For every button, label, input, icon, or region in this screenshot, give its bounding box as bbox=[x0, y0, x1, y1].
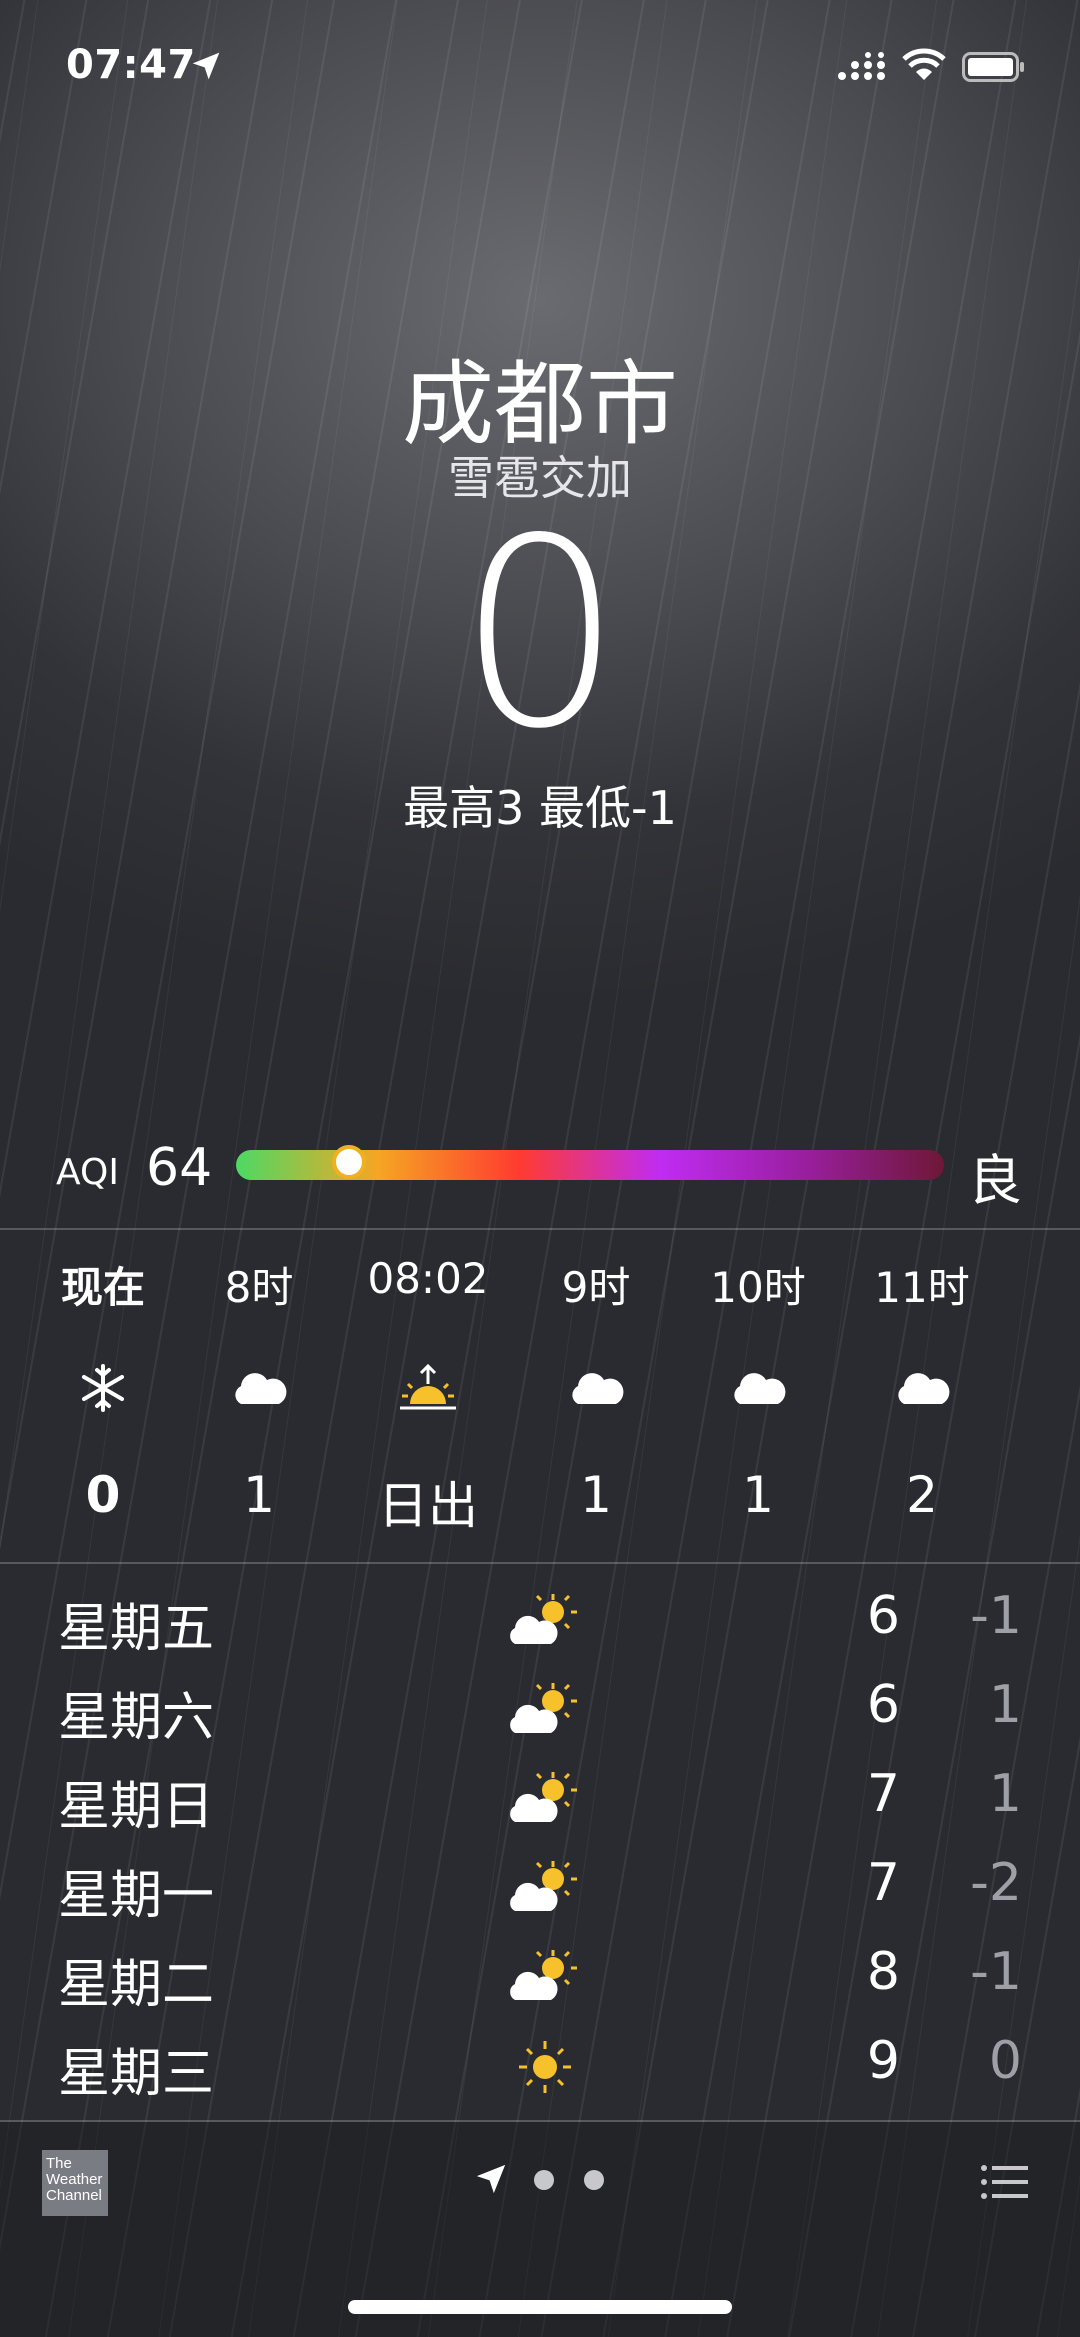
location-arrow-icon bbox=[192, 52, 220, 80]
day-high: 8 bbox=[866, 1942, 900, 2002]
day-high: 7 bbox=[866, 1764, 900, 1824]
day-low: 1 bbox=[988, 1764, 1022, 1824]
cloud-icon bbox=[832, 1358, 1012, 1418]
partly-cloudy-icon bbox=[510, 1594, 577, 1644]
day-name: 星期六 bbox=[58, 1688, 215, 1748]
cloud-icon bbox=[506, 1358, 686, 1418]
sunrise-icon bbox=[338, 1358, 518, 1418]
daily-row: 星期六 6 1 bbox=[0, 1675, 1080, 1755]
aqi-level: 良 bbox=[968, 1149, 1022, 1212]
aqi-indicator bbox=[332, 1145, 366, 1179]
sun-icon bbox=[519, 2041, 571, 2093]
divider bbox=[0, 1562, 1080, 1564]
hour-label: 11时 bbox=[874, 1263, 970, 1312]
home-indicator[interactable] bbox=[348, 2300, 732, 2314]
city-list-icon[interactable] bbox=[980, 2162, 1030, 2202]
day-high: 6 bbox=[866, 1675, 900, 1735]
day-low: 1 bbox=[988, 1675, 1022, 1735]
daily-row: 星期五 6 -1 bbox=[0, 1586, 1080, 1666]
partly-cloudy-icon bbox=[510, 1772, 577, 1822]
hour-value: 1 bbox=[580, 1466, 612, 1524]
hour-label: 8时 bbox=[224, 1263, 294, 1312]
hour-value: 日出 bbox=[378, 1477, 478, 1535]
day-name: 星期五 bbox=[58, 1599, 215, 1659]
day-name: 星期日 bbox=[58, 1777, 215, 1837]
snowflake-icon bbox=[13, 1358, 193, 1418]
hour-value: 1 bbox=[243, 1466, 275, 1524]
weather-channel-logo[interactable]: The Weather Channel bbox=[42, 2150, 108, 2216]
divider bbox=[0, 1228, 1080, 1230]
battery-icon bbox=[962, 52, 1024, 82]
day-high: 9 bbox=[866, 2031, 900, 2091]
day-name: 星期二 bbox=[58, 1955, 215, 2015]
aqi-value: 64 bbox=[146, 1138, 213, 1198]
wifi-icon bbox=[902, 48, 946, 80]
day-high: 7 bbox=[866, 1853, 900, 1913]
daily-row: 星期日 7 1 bbox=[0, 1764, 1080, 1844]
hour-value: 0 bbox=[85, 1466, 121, 1524]
current-location-page-icon[interactable] bbox=[474, 2162, 508, 2196]
page-dot[interactable] bbox=[584, 2170, 604, 2190]
aqi-label: AQI bbox=[56, 1152, 119, 1193]
hour-label: 现在 bbox=[60, 1263, 145, 1312]
partly-cloudy-icon bbox=[510, 1861, 577, 1911]
daily-row: 星期二 8 -1 bbox=[0, 1942, 1080, 2022]
cellular-signal-icon bbox=[838, 52, 885, 80]
current-temperature: 0 bbox=[457, 484, 623, 786]
day-name: 星期三 bbox=[58, 2044, 215, 2104]
hour-value: 2 bbox=[906, 1466, 938, 1524]
hour-label: 10时 bbox=[710, 1263, 806, 1312]
day-low: 0 bbox=[988, 2031, 1022, 2091]
status-time: 07:47 bbox=[66, 42, 196, 88]
day-name: 星期一 bbox=[58, 1866, 215, 1926]
hour-label: 9时 bbox=[561, 1263, 631, 1312]
partly-cloudy-icon bbox=[510, 1950, 577, 2000]
hour-label: 08:02 bbox=[367, 1254, 489, 1303]
hour-value: 1 bbox=[742, 1466, 774, 1524]
day-low: -1 bbox=[970, 1942, 1022, 2002]
day-low: -2 bbox=[970, 1853, 1022, 1913]
page-dot[interactable] bbox=[534, 2170, 554, 2190]
partly-cloudy-icon bbox=[510, 1683, 577, 1733]
daily-row: 星期三 9 0 bbox=[0, 2031, 1080, 2111]
daily-row: 星期一 7 -2 bbox=[0, 1853, 1080, 1933]
high-low-temperature: 最高3 最低-1 bbox=[403, 781, 677, 835]
day-low: -1 bbox=[970, 1586, 1022, 1646]
cloud-icon bbox=[169, 1358, 349, 1418]
day-high: 6 bbox=[866, 1586, 900, 1646]
cloud-icon bbox=[668, 1358, 848, 1418]
